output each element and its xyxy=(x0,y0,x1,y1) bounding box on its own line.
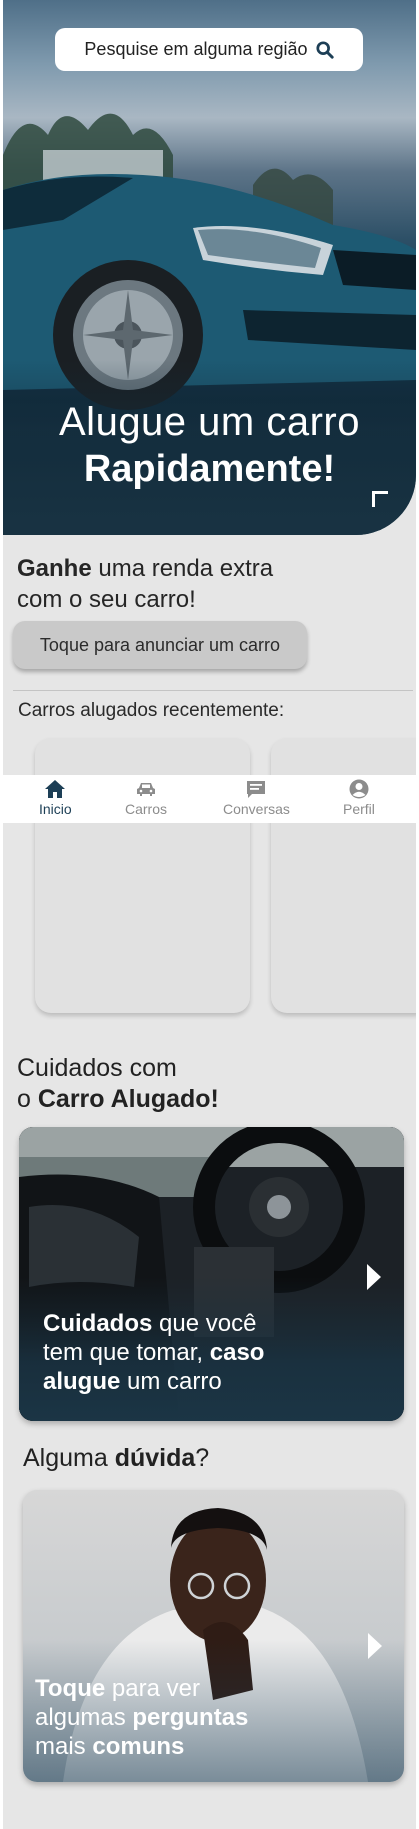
chat-icon xyxy=(247,781,266,798)
home-icon xyxy=(45,780,66,798)
nav-item-perfil[interactable]: Perfil xyxy=(343,779,375,817)
app-screen: Pesquise em alguma região Alugue um carr… xyxy=(3,0,416,1829)
nav-label: Perfil xyxy=(343,801,375,817)
earn-text: Ganhe uma renda extra com o seu carro! xyxy=(17,553,317,615)
earn-rest: uma renda extra xyxy=(91,555,274,582)
care-card-text1: que você xyxy=(152,1310,257,1337)
care-title-prefix: o xyxy=(17,1085,38,1113)
hero-banner: Pesquise em alguma região Alugue um carr… xyxy=(3,0,416,535)
nav-item-inicio[interactable]: Inicio xyxy=(39,779,72,817)
care-section-title: Cuidados com o Carro Alugado! xyxy=(17,1053,219,1115)
faq-card-text1: para ver xyxy=(105,1675,200,1702)
nav-label: Carros xyxy=(125,801,168,817)
car-icon xyxy=(137,783,155,796)
faq-section-title: Alguma dúvida? xyxy=(23,1444,209,1473)
search-placeholder: Pesquise em alguma região xyxy=(84,39,308,59)
divider xyxy=(13,690,413,691)
search-bar[interactable]: Pesquise em alguma região xyxy=(55,28,363,71)
bottom-nav: Inicio Carros Conversas Perfil xyxy=(3,775,416,823)
recent-rentals-label: Carros alugados recentemente: xyxy=(18,700,285,721)
nav-item-carros[interactable]: Carros xyxy=(125,779,167,817)
nav-item-conversas[interactable]: Conversas xyxy=(223,779,290,817)
faq-card-text2: algumas xyxy=(35,1704,133,1731)
play-arrow-icon xyxy=(368,1633,382,1659)
faq-title-prefix: Alguma xyxy=(23,1444,115,1472)
earn-bold: Ganhe xyxy=(17,555,92,582)
faq-card-bold3: comuns xyxy=(92,1733,185,1760)
care-tips-card[interactable]: Cuidados que você tem que tomar, caso al… xyxy=(19,1127,404,1421)
expand-icon[interactable] xyxy=(372,491,388,507)
faq-card-text: Toque para ver algumas perguntas mais co… xyxy=(35,1674,335,1761)
search-icon xyxy=(316,40,334,59)
hero-title-line1: Alugue um carro xyxy=(59,400,360,444)
faq-title-suffix: ? xyxy=(195,1444,210,1472)
faq-card-bold1: Toque xyxy=(35,1675,106,1702)
faq-card[interactable]: Toque para ver algumas perguntas mais co… xyxy=(23,1490,404,1782)
care-title-bold: Carro Alugado! xyxy=(37,1085,219,1113)
earn-line2: com o seu carro! xyxy=(17,586,196,613)
care-card-bold2: caso xyxy=(209,1339,265,1366)
faq-card-bold2: perguntas xyxy=(132,1704,249,1731)
faq-card-text3: mais xyxy=(35,1733,93,1760)
nav-label: Inicio xyxy=(39,801,72,817)
user-icon xyxy=(349,779,369,799)
care-card-bold1: Cuidados xyxy=(43,1310,153,1337)
announce-car-button[interactable]: Toque para anunciar um carro xyxy=(13,621,307,669)
nav-label: Conversas xyxy=(223,801,290,817)
care-title-line1: Cuidados com xyxy=(17,1054,177,1082)
care-card-text3: um carro xyxy=(120,1368,222,1395)
faq-title-bold: dúvida xyxy=(114,1444,196,1472)
play-arrow-icon xyxy=(367,1264,381,1290)
hero-title-line2: Rapidamente! xyxy=(83,448,336,490)
care-card-bold3: alugue xyxy=(43,1368,121,1395)
care-card-text: Cuidados que você tem que tomar, caso al… xyxy=(43,1309,343,1396)
care-card-text2: tem que tomar, xyxy=(43,1339,210,1366)
